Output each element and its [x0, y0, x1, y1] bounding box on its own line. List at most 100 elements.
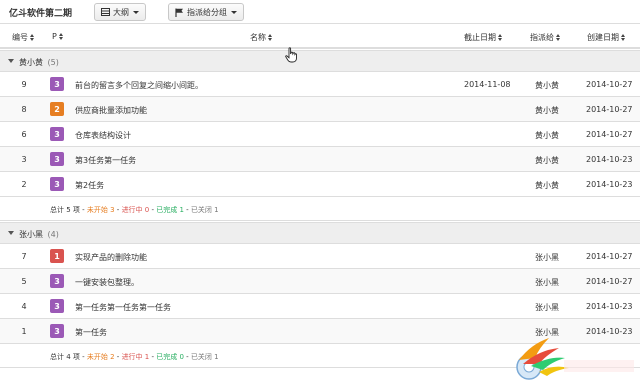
column-header-name-label: 名称	[250, 33, 266, 42]
flag-icon	[175, 8, 184, 17]
summary-closed: 已关闭 1	[190, 353, 219, 361]
task-created: 2014-10-23	[586, 302, 633, 311]
collapse-triangle-icon	[8, 59, 14, 63]
sort-icon	[268, 33, 273, 42]
task-assignee: 张小黑	[535, 303, 559, 312]
task-id: 1	[21, 327, 27, 336]
list-icon	[101, 8, 110, 16]
task-created: 2014-10-23	[586, 180, 633, 189]
table-row[interactable]: 7 1 实现产品的删除功能 张小黑 2014-10-27	[0, 244, 640, 269]
priority-badge: 3	[50, 177, 64, 191]
task-id: 3	[21, 155, 27, 164]
table-row[interactable]: 4 3 第一任务第一任务第一任务 张小黑 2014-10-23	[0, 294, 640, 319]
task-name-link[interactable]: 第一任务第一任务第一任务	[75, 302, 171, 313]
summary-not-started: 未开始 3	[86, 206, 115, 214]
task-id: 6	[21, 130, 27, 139]
table-row[interactable]: 8 2 供应商批量添加功能 黄小黄 2014-10-27	[0, 97, 640, 122]
task-id: 8	[21, 105, 27, 114]
column-header-created[interactable]: 创建日期	[587, 32, 626, 43]
priority-badge: 3	[50, 299, 64, 313]
summary-done: 已完成 1	[156, 206, 184, 214]
priority-badge: 3	[50, 77, 64, 91]
summary-done: 已完成 0	[156, 353, 184, 361]
task-created: 2014-10-27	[586, 252, 633, 261]
task-assignee: 张小黑	[535, 278, 559, 287]
task-created: 2014-10-27	[586, 80, 633, 89]
task-assignee: 黄小黄	[535, 181, 559, 190]
task-name-link[interactable]: 实现产品的删除功能	[75, 252, 147, 263]
outline-dropdown-button[interactable]: 大纲	[94, 3, 146, 21]
table-row[interactable]: 2 3 第2任务 黄小黄 2014-10-23	[0, 172, 640, 197]
summary-in-progress: 进行中 0	[121, 206, 150, 214]
summary-separator: -	[114, 353, 122, 361]
task-created: 2014-10-27	[586, 277, 633, 286]
summary-separator: -	[183, 206, 191, 214]
summary-closed: 已关闭 1	[190, 206, 219, 214]
task-created: 2014-10-23	[586, 155, 633, 164]
task-assignee: 黄小黄	[535, 81, 559, 90]
group-name: 黄小黄	[19, 58, 43, 67]
assign-group-dropdown-button[interactable]: 指派给分组	[168, 3, 244, 21]
project-title: 亿斗软件第二期	[9, 9, 73, 19]
group-header[interactable]: 黄小黄 (5)	[0, 50, 640, 72]
task-assignee: 黄小黄	[535, 131, 559, 140]
column-header-assignee[interactable]: 指派给	[530, 32, 561, 43]
task-name-link[interactable]: 供应商批量添加功能	[75, 105, 147, 116]
group-count: (5)	[47, 58, 59, 67]
task-assignee: 黄小黄	[535, 156, 559, 165]
column-header-deadline-label: 截止日期	[464, 33, 496, 42]
summary-separator: -	[183, 353, 191, 361]
column-header-created-label: 创建日期	[587, 33, 619, 42]
task-id: 5	[21, 277, 27, 286]
task-name-link[interactable]: 第一任务	[75, 327, 107, 338]
column-header-assignee-label: 指派给	[530, 33, 554, 42]
task-assignee: 张小黑	[535, 253, 559, 262]
priority-badge: 1	[50, 249, 64, 263]
priority-badge: 3	[50, 274, 64, 288]
sort-icon	[498, 33, 503, 42]
sort-icon	[621, 33, 626, 42]
task-id: 4	[21, 302, 27, 311]
outline-button-label: 大纲	[113, 7, 129, 17]
priority-badge: 3	[50, 152, 64, 166]
summary-total: 总计 5 项 -	[50, 206, 87, 214]
collapse-triangle-icon	[8, 231, 14, 235]
task-name-link[interactable]: 第3任务第一任务	[75, 155, 136, 166]
group-button-label: 指派给分组	[187, 7, 227, 17]
task-id: 2	[21, 180, 27, 189]
table-row[interactable]: 3 3 第3任务第一任务 黄小黄 2014-10-23	[0, 147, 640, 172]
column-header-priority-label: P	[52, 32, 57, 41]
group-summary: 总计 5 项 - 未开始 3 - 进行中 0 - 已完成 1 - 已关闭 1	[0, 197, 640, 221]
priority-badge: 2	[50, 102, 64, 116]
task-name-link[interactable]: 前台的留言多个回复之间缩小间距。	[75, 80, 203, 91]
task-created: 2014-10-27	[586, 105, 633, 114]
column-header-id[interactable]: 编号	[12, 32, 35, 43]
table-header: 编号 P 名称 截止日期 指派给 创建日期	[0, 25, 640, 49]
task-deadline: 2014-11-08	[464, 80, 511, 89]
sort-icon	[58, 32, 64, 41]
priority-badge: 3	[50, 324, 64, 338]
task-name-link[interactable]: 仓库表结构设计	[75, 130, 131, 141]
column-header-id-label: 编号	[12, 33, 28, 42]
sort-icon	[30, 33, 35, 42]
summary-separator: -	[114, 206, 122, 214]
chevron-down-icon	[133, 10, 139, 14]
watermark-logo	[509, 330, 640, 383]
summary-total: 总计 4 项 -	[50, 353, 87, 361]
column-header-priority[interactable]: P	[52, 32, 64, 41]
table-row[interactable]: 5 3 一键安装包整理。 张小黑 2014-10-27	[0, 269, 640, 294]
summary-in-progress: 进行中 1	[121, 353, 150, 361]
table-row[interactable]: 6 3 仓库表结构设计 黄小黄 2014-10-27	[0, 122, 640, 147]
column-header-deadline[interactable]: 截止日期	[464, 32, 503, 43]
priority-badge: 3	[50, 127, 64, 141]
group-name: 张小黑	[19, 230, 43, 239]
toolbar: 亿斗软件第二期 大纲 指派给分组	[0, 0, 640, 24]
task-id: 9	[21, 80, 27, 89]
column-header-name[interactable]: 名称	[250, 32, 273, 43]
task-created: 2014-10-27	[586, 130, 633, 139]
chevron-down-icon	[231, 10, 237, 14]
table-row[interactable]: 9 3 前台的留言多个回复之间缩小间距。 2014-11-08 黄小黄 2014…	[0, 72, 640, 97]
task-name-link[interactable]: 一键安装包整理。	[75, 277, 139, 288]
task-name-link[interactable]: 第2任务	[75, 180, 104, 191]
group-header[interactable]: 张小黑 (4)	[0, 222, 640, 244]
